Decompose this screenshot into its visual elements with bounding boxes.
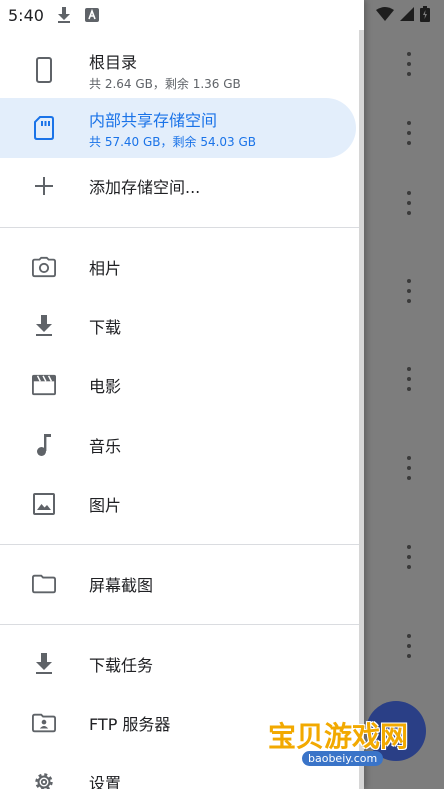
drawer-item-texts: FTP 服务器 xyxy=(89,711,170,735)
overflow-menu-icon[interactable] xyxy=(406,367,412,391)
drawer-item-label: 屏幕截图 xyxy=(89,576,154,595)
drawer-item-download-tasks[interactable]: 下载任务 xyxy=(0,635,356,693)
drawer-item-texts: 音乐 xyxy=(89,433,121,457)
drawer-item-screenshots[interactable]: 屏幕截图 xyxy=(0,555,356,613)
storage-usage: 共 2.64 GB，剩余 1.36 GB xyxy=(89,76,241,91)
drawer-item-label: 下载 xyxy=(89,318,122,337)
download-notification-icon xyxy=(56,7,72,23)
storage-usage: 共 57.40 GB，剩余 54.03 GB xyxy=(89,134,257,149)
drawer-item-root[interactable]: 根目录 共 2.64 GB，剩余 1.36 GB xyxy=(0,42,356,98)
overflow-menu-icon[interactable] xyxy=(406,52,412,76)
drawer-item-texts: 添加存储空间... xyxy=(89,174,200,198)
gear-icon xyxy=(32,770,56,789)
battery-icon xyxy=(420,6,430,22)
image-icon xyxy=(32,492,56,516)
status-time: 5:40 xyxy=(8,5,44,25)
drawer-divider xyxy=(0,227,364,228)
movie-icon xyxy=(32,373,56,397)
drawer-item-label: 图片 xyxy=(89,496,122,515)
drawer-item-label: 根目录 xyxy=(89,52,138,72)
download-icon xyxy=(32,652,56,676)
drawer-item-texts: 内部共享存储空间 共 57.40 GB，剩余 54.03 GB xyxy=(89,107,256,150)
drawer-item-photos[interactable]: 相片 xyxy=(0,238,356,296)
overflow-menu-icon[interactable] xyxy=(406,456,412,480)
drawer-item-internal-storage[interactable]: 内部共享存储空间 共 57.40 GB，剩余 54.03 GB xyxy=(0,98,356,158)
signal-icon xyxy=(400,7,414,21)
drawer-item-music[interactable]: 音乐 xyxy=(0,416,356,474)
drawer-item-label: FTP 服务器 xyxy=(89,715,171,734)
drawer-item-texts: 图片 xyxy=(89,492,121,516)
plus-icon xyxy=(32,174,56,198)
watermark-logo: 宝贝游戏网 baobeiy.com xyxy=(268,695,428,785)
watermark-url: baobeiy.com xyxy=(302,751,384,766)
drawer-item-texts: 根目录 共 2.64 GB，剩余 1.36 GB xyxy=(89,49,241,92)
camera-icon xyxy=(32,255,56,279)
drawer-item-texts: 下载 xyxy=(89,314,121,338)
folder-icon xyxy=(32,572,56,596)
drawer-item-texts: 设置 xyxy=(89,770,121,789)
ftp-folder-icon xyxy=(32,711,56,735)
drawer-item-label: 下载任务 xyxy=(89,656,154,675)
overflow-menu-icon[interactable] xyxy=(406,121,412,145)
drawer-item-label: 电影 xyxy=(89,377,122,396)
drawer-item-label: 内部共享存储空间 xyxy=(89,110,218,130)
drawer-item-label: 音乐 xyxy=(89,437,122,456)
wifi-icon xyxy=(376,7,394,21)
overflow-menu-icon[interactable] xyxy=(406,634,412,658)
drawer-item-movies[interactable]: 电影 xyxy=(0,356,356,414)
watermark-text: 宝贝游戏网 xyxy=(268,720,409,753)
drawer-scrollbar[interactable] xyxy=(359,30,364,789)
app-notification-icon xyxy=(84,7,100,23)
sd-card-icon xyxy=(32,116,56,140)
music-note-icon xyxy=(32,433,56,457)
overflow-menu-icon[interactable] xyxy=(406,191,412,215)
drawer-item-texts: 屏幕截图 xyxy=(89,572,153,596)
download-icon xyxy=(32,314,56,338)
drawer-item-texts: 相片 xyxy=(89,255,121,279)
status-bar-right xyxy=(376,6,430,22)
drawer-item-images[interactable]: 图片 xyxy=(0,475,356,533)
drawer-item-downloads[interactable]: 下载 xyxy=(0,297,356,355)
drawer-item-texts: 下载任务 xyxy=(89,652,153,676)
drawer-item-label: 相片 xyxy=(89,259,122,278)
overflow-menu-icon[interactable] xyxy=(406,279,412,303)
navigation-drawer: 5:40 根目录 共 2.64 GB，剩余 1.36 GB 内部共享存储空间 共… xyxy=(0,0,364,789)
phone-icon xyxy=(32,57,56,83)
drawer-item-add-storage[interactable]: 添加存储空间... xyxy=(0,158,356,214)
drawer-item-label: 设置 xyxy=(89,774,122,789)
drawer-item-label: 添加存储空间... xyxy=(89,178,201,197)
overflow-menu-icon[interactable] xyxy=(406,545,412,569)
drawer-divider xyxy=(0,624,364,625)
drawer-divider xyxy=(0,544,364,545)
drawer-item-texts: 电影 xyxy=(89,373,121,397)
status-bar-left: 5:40 xyxy=(8,4,100,26)
